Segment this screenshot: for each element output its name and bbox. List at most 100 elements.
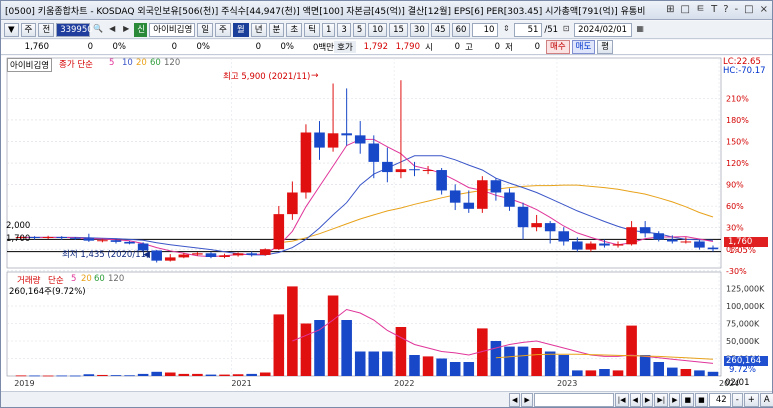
candle-body [354, 135, 366, 144]
stock-name-field[interactable]: 아이비김영 [149, 22, 196, 37]
volume-bar [558, 355, 570, 376]
chart-area[interactable]: 210% 180% 150% 120% 90% 60% 30% 0% -30% 125,000K 1… [1, 56, 772, 391]
close-icon[interactable]: × [760, 4, 768, 16]
price-ma5: 5 [109, 58, 115, 68]
minimize-icon[interactable]: - [735, 4, 739, 16]
stop-button[interactable]: ■ [681, 393, 695, 407]
window-title: [0500] 키움종합차트 - KOSDAQ 외국인보유[506(천)] 주식수… [5, 6, 646, 17]
box-icon[interactable]: □ [680, 4, 689, 16]
candle-body [449, 190, 461, 203]
volume-bar [124, 375, 135, 377]
chart-type-select[interactable]: 주 [20, 22, 37, 37]
candle-body [680, 241, 692, 243]
pause-button[interactable]: ■ [695, 393, 708, 407]
play-button[interactable]: ▶ [669, 393, 681, 407]
period-tick[interactable]: 틱 [304, 22, 320, 37]
volume-bar [205, 374, 217, 376]
volume-bar [517, 346, 529, 376]
stock-code-input[interactable]: 339950 [56, 22, 93, 37]
minute-10[interactable]: 10 [368, 22, 388, 37]
first-button[interactable]: |◀ [614, 393, 629, 407]
help-icon[interactable]: ? [723, 4, 728, 16]
page-input[interactable]: 51 [514, 22, 543, 37]
scroll-track[interactable] [533, 393, 614, 407]
level-label-2000: 2,000 [6, 221, 31, 231]
minute-30[interactable]: 30 [409, 22, 429, 37]
menu-dropdown[interactable]: ▼ [4, 22, 19, 37]
period-minute[interactable]: 분 [268, 22, 285, 37]
candle-body [409, 169, 420, 171]
candle-body [477, 180, 488, 209]
current-price: 1,760 [24, 42, 49, 52]
chart-svg[interactable]: 210%180%150%120%90%60%30%0%-30%125,000K1… [1, 56, 772, 391]
font-icon[interactable]: T [711, 4, 717, 16]
period-day[interactable]: 일 [197, 22, 214, 37]
scroll-left-button[interactable]: ◀ [509, 393, 521, 407]
maximize-icon[interactable]: □ [744, 4, 753, 16]
minute-1[interactable]: 1 [322, 22, 336, 37]
spin-icon[interactable]: ⇕ [500, 23, 512, 36]
minute-15[interactable]: 15 [389, 22, 408, 37]
minute-45[interactable]: 45 [430, 22, 450, 37]
candle-body [314, 132, 325, 148]
volume-bar [341, 320, 352, 376]
vol-ma60: 60 [94, 274, 105, 284]
candle-body [707, 247, 719, 250]
sell-button[interactable]: 매도 [571, 40, 596, 54]
period-week[interactable]: 주 [215, 22, 231, 37]
eval-button[interactable]: 평 [597, 40, 614, 54]
volume-value: 0 [171, 42, 177, 52]
scroll-right-button[interactable]: ▶ [521, 393, 533, 407]
change-value: 0 [87, 42, 93, 52]
minute-3[interactable]: 3 [337, 22, 351, 37]
candle-body [124, 241, 135, 244]
lock-icon[interactable]: ⊡ [560, 23, 572, 36]
candle-body [219, 255, 230, 257]
minute-60[interactable]: 60 [451, 22, 471, 37]
x-tick-label: 2021 [231, 379, 251, 388]
high-value: 0 [494, 42, 500, 52]
link-icon[interactable]: ㅌ [696, 4, 705, 16]
volume-bar [151, 371, 162, 376]
volume-bar [409, 355, 420, 376]
buy-button[interactable]: 매수 [546, 40, 570, 54]
volume-bar [382, 351, 393, 376]
next-icon[interactable]: ▶ [120, 23, 132, 36]
volume-tick-label: 50,000K [726, 337, 760, 346]
candle-body [327, 133, 339, 148]
last-button[interactable]: ▶| [654, 393, 669, 407]
zoom-input[interactable]: 42 [708, 393, 731, 407]
candle-body [232, 253, 244, 256]
volume-bar [137, 373, 149, 376]
credit-badge: 신 [134, 22, 148, 37]
volume-bar [300, 323, 312, 376]
minute-5[interactable]: 5 [352, 22, 367, 37]
vol-ma120: 120 [108, 274, 125, 284]
volume-bar [626, 325, 637, 376]
volume-bar [653, 362, 665, 376]
period-second[interactable]: 초 [286, 22, 303, 37]
x-tick-label: 2019 [14, 379, 34, 388]
date-input[interactable]: 2024/02/01 [574, 22, 633, 37]
zoom-out-button[interactable]: - [731, 393, 743, 407]
volume-bar [639, 355, 651, 376]
count-input[interactable]: 10 [472, 22, 499, 37]
period-month[interactable]: 월 [232, 22, 249, 37]
next-button[interactable]: ▶ [641, 393, 654, 407]
zoom-in-button[interactable]: + [743, 393, 759, 407]
calendar-icon[interactable]: ▦ [634, 23, 646, 36]
high-arrow-icon: → [311, 71, 319, 81]
price-tick-label: 90% [726, 181, 744, 190]
tile-icon[interactable]: ⊞ [666, 4, 674, 16]
search-icon[interactable]: 🔍 [92, 23, 104, 36]
prev-button[interactable]: ◀ [629, 393, 641, 407]
jeon-button[interactable]: 전 [38, 22, 55, 37]
prev-icon[interactable]: ◀ [106, 23, 118, 36]
auto-button[interactable]: A [759, 393, 773, 407]
price-tick-label: 60% [726, 202, 744, 211]
volume-bar [572, 370, 583, 376]
candle-body [653, 233, 665, 240]
period-year[interactable]: 년 [250, 22, 267, 37]
candle-body [83, 238, 95, 241]
candle-body [667, 239, 678, 242]
